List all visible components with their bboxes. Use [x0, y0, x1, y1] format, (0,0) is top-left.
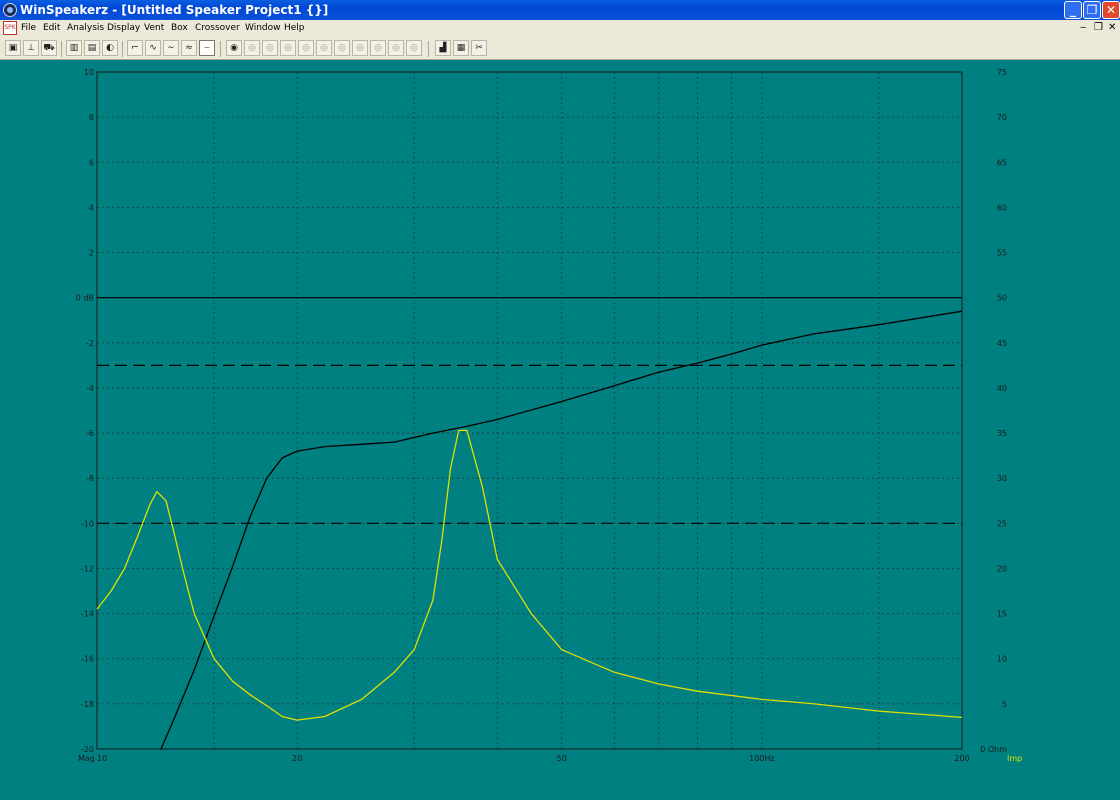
impedance-response-chart: 10 8 6 4 2 0 dB -2 -4 -6 -8 -10 -12 -14 -16 -18 -20 75 70… [76, 68, 1022, 763]
target-icon[interactable]: ◎ [298, 40, 314, 56]
target-icon[interactable]: ◎ [280, 40, 296, 56]
impedance-curve [96, 429, 963, 721]
menu-box[interactable]: Box [171, 23, 188, 33]
room-icon[interactable]: ◐ [102, 40, 118, 56]
x-tick-label: 50 [557, 754, 567, 763]
y-left-tick-label: -16 [81, 655, 94, 664]
y-right-tick-label: 75 [997, 68, 1007, 77]
y-left-tick-label: -4 [86, 384, 94, 393]
toolbar-separator [428, 41, 429, 57]
title-bar: WinSpeakerz - [Untitled Speaker Project1… [0, 0, 1120, 20]
y-left-tick-label: 10 [84, 68, 94, 77]
y-left-tick-label: 0 dB [76, 294, 94, 303]
target-icon[interactable]: ◎ [352, 40, 368, 56]
right-axis-label: Imp [1007, 754, 1022, 763]
child-close-button[interactable]: ✕ [1108, 22, 1116, 33]
child-restore-button[interactable]: ❐ [1094, 22, 1103, 33]
y-left-tick-label: -18 [81, 700, 94, 709]
child-minimize-button[interactable]: ‒ [1080, 22, 1086, 33]
target-icon[interactable]: ◉ [226, 40, 242, 56]
document-icon[interactable]: SPK [3, 21, 17, 35]
y-left-tick-label: 6 [89, 158, 94, 167]
y-left-tick-label: -10 [81, 519, 94, 528]
y-right-tick-label: 0 Ohm [980, 745, 1007, 754]
response-plot-icon[interactable]: ⌐ [127, 40, 143, 56]
group-delay-plot-icon[interactable]: ∿ [145, 40, 161, 56]
box-icon[interactable]: ▤ [84, 40, 100, 56]
toolbar-separator [61, 41, 62, 57]
restore-button[interactable]: ❐ [1083, 1, 1101, 19]
menu-vent[interactable]: Vent [144, 23, 164, 33]
car-icon[interactable]: ⛟ [41, 40, 57, 56]
y-right-tick-label: 55 [997, 249, 1007, 258]
y-right-tick-label: 60 [997, 203, 1007, 212]
y-left-tick-label: -14 [81, 610, 94, 619]
y-right-tick-label: 5 [1002, 700, 1007, 709]
app-icon [3, 3, 17, 17]
target-icon[interactable]: ◎ [388, 40, 404, 56]
y-right-tick-label: 30 [997, 474, 1007, 483]
bar-chart-icon[interactable]: ▟ [435, 40, 451, 56]
target-icon[interactable]: ◎ [244, 40, 260, 56]
x-tick-label: 200 [954, 754, 969, 763]
toolbar-separator [220, 41, 221, 57]
y-right-tick-label: 20 [997, 564, 1007, 573]
y-left-tick-label: -2 [86, 339, 94, 348]
print-icon[interactable]: ▦ [453, 40, 469, 56]
menu-crossover[interactable]: Crossover [195, 23, 240, 33]
menu-edit[interactable]: Edit [43, 23, 60, 33]
y-right-tick-label: 65 [997, 158, 1007, 167]
y-right-tick-label: 25 [997, 519, 1007, 528]
target-icon[interactable]: ◎ [370, 40, 386, 56]
y-left-tick-label: -20 [81, 745, 94, 754]
y-left-tick-label: -8 [86, 474, 94, 483]
y-left-tick-label: 8 [89, 113, 94, 122]
x-tick-label: 20 [292, 754, 302, 763]
y-left-tick-label: -6 [86, 429, 94, 438]
crossover-icon[interactable]: ✂ [471, 40, 487, 56]
menu-file[interactable]: File [21, 23, 36, 33]
speaker-icon[interactable]: ▣ [5, 40, 21, 56]
minimize-button[interactable]: _ [1064, 1, 1082, 19]
target-icon[interactable]: ◎ [406, 40, 422, 56]
target-icon[interactable]: ◎ [316, 40, 332, 56]
target-icon[interactable]: ◎ [334, 40, 350, 56]
x-tick-label: 10 [97, 754, 107, 763]
parameters-icon[interactable]: ⊥ [23, 40, 39, 56]
menu-help[interactable]: Help [284, 23, 305, 33]
y-left-tick-label: 4 [89, 203, 94, 212]
impedance-plot-icon[interactable]: ⌣ [199, 40, 215, 56]
menu-display[interactable]: Display [107, 23, 140, 33]
target-icon[interactable]: ◎ [262, 40, 278, 56]
y-left-tick-label: -12 [81, 564, 94, 573]
y-right-tick-label: 40 [997, 384, 1007, 393]
menu-bar: SPK File Edit Analysis Display Vent Box … [0, 20, 1120, 38]
y-right-tick-label: 70 [997, 113, 1007, 122]
menu-window[interactable]: Window [245, 23, 281, 33]
y-left-tick-label: 2 [89, 249, 94, 258]
window-title: WinSpeakerz - [Untitled Speaker Project1… [20, 3, 329, 17]
x-tick-label: 100Hz [749, 754, 774, 763]
close-button[interactable]: ✕ [1102, 1, 1120, 19]
phase-plot-icon[interactable]: ∼ [163, 40, 179, 56]
y-right-tick-label: 45 [997, 339, 1007, 348]
y-right-tick-label: 50 [997, 294, 1007, 303]
toolbar: ▣ ⊥ ⛟ ▥ ▤ ◐ ⌐ ∿ ∼ ≈ ⌣ ◉ ◎ ◎ ◎ ◎ ◎ ◎ ◎ ◎ … [0, 38, 1120, 60]
driver-icon[interactable]: ▥ [66, 40, 82, 56]
y-right-tick-label: 35 [997, 429, 1007, 438]
menu-analysis[interactable]: Analysis [67, 23, 104, 33]
y-right-tick-label: 10 [997, 655, 1007, 664]
left-axis-label: Mag [78, 754, 95, 763]
toolbar-separator [122, 41, 123, 57]
excursion-plot-icon[interactable]: ≈ [181, 40, 197, 56]
y-right-tick-label: 15 [997, 610, 1007, 619]
